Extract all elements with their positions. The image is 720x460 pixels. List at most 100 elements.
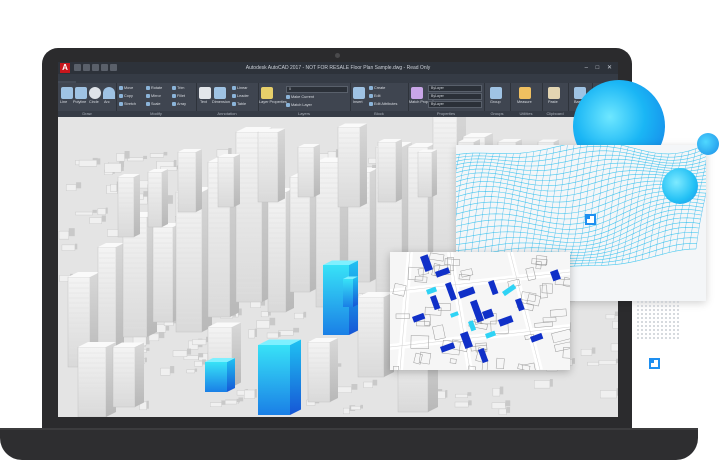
circle-icon[interactable] xyxy=(89,87,101,99)
stretch-icon xyxy=(119,102,123,106)
mirror-icon xyxy=(146,94,150,98)
mirror-tool[interactable]: Mirror xyxy=(146,94,161,98)
building xyxy=(257,128,285,203)
dimension-tool[interactable]: Dimension xyxy=(212,100,230,104)
linear-tool[interactable]: Linear xyxy=(232,86,248,90)
lineweight-dropdown[interactable]: ByLayer xyxy=(428,101,482,108)
insert-block-tool[interactable]: Insert xyxy=(353,100,363,104)
building xyxy=(307,338,338,403)
square-inner xyxy=(651,360,654,363)
scale-tool[interactable]: Scale xyxy=(146,102,161,106)
edit-block-icon xyxy=(369,94,373,98)
create-block-tool[interactable]: Create xyxy=(369,86,385,90)
table-icon xyxy=(232,102,236,106)
window-title: Autodesk AutoCAD 2017 - NOT FOR RESALE F… xyxy=(245,65,431,71)
text-icon[interactable] xyxy=(199,87,211,99)
line-tool[interactable]: Line xyxy=(60,100,67,104)
table-tool[interactable]: Table xyxy=(232,102,246,106)
panel-annotation: Text Dimension Linear Leader Table Annot… xyxy=(196,83,259,117)
building xyxy=(117,174,140,238)
building xyxy=(112,342,144,408)
array-tool[interactable]: Array xyxy=(172,102,186,106)
paste-icon[interactable] xyxy=(548,87,560,99)
copy-tool[interactable]: Copy xyxy=(119,94,133,98)
rotate-icon xyxy=(146,86,150,90)
edit-attributes-icon xyxy=(369,102,373,106)
fillet-icon xyxy=(172,94,176,98)
current-layer-dropdown[interactable]: 0 xyxy=(286,86,348,93)
building xyxy=(357,292,394,378)
site-plan-card xyxy=(390,252,570,370)
trim-tool[interactable]: Trim xyxy=(172,86,184,90)
window-controls[interactable]: – □ ✕ xyxy=(585,62,615,74)
laptop-base xyxy=(0,430,698,460)
circle-tool[interactable]: Circle xyxy=(89,100,99,104)
decorative-circle-small xyxy=(662,168,698,204)
building xyxy=(147,169,168,228)
decorative-square-1 xyxy=(585,214,596,225)
highlighted-building xyxy=(343,276,358,307)
insert-block-icon[interactable] xyxy=(353,87,365,99)
building xyxy=(217,154,240,208)
linetype-dropdown[interactable]: ByLayer xyxy=(428,93,482,100)
highlighted-building xyxy=(258,339,301,415)
arc-icon[interactable] xyxy=(103,87,115,99)
building xyxy=(337,123,367,208)
copy-icon xyxy=(119,94,123,98)
building xyxy=(377,139,402,203)
layer-properties-tool[interactable]: Layer Properties xyxy=(259,100,287,104)
paste-tool[interactable]: Paste xyxy=(548,100,558,104)
ribbon: Line Polyline Circle Arc Draw Move Rotat… xyxy=(58,83,618,117)
panel-layers: Layer Properties 0 Make Current Match La… xyxy=(258,83,351,117)
building xyxy=(77,342,116,417)
line-icon[interactable] xyxy=(61,87,73,99)
array-icon xyxy=(172,102,176,106)
group-tool[interactable]: Group xyxy=(490,100,501,104)
site-plan-map xyxy=(390,252,570,370)
polyline-tool[interactable]: Polyline xyxy=(73,100,86,104)
measure-icon[interactable] xyxy=(519,87,531,99)
decorative-circle-dot xyxy=(697,133,719,155)
square-inner xyxy=(587,216,590,219)
polyline-icon[interactable] xyxy=(75,87,87,99)
fillet-tool[interactable]: Fillet xyxy=(172,94,185,98)
dimension-icon[interactable] xyxy=(214,87,226,99)
move-tool[interactable]: Move xyxy=(119,86,133,90)
edit-attributes-tool[interactable]: Edit Attributes xyxy=(369,102,397,106)
stretch-tool[interactable]: Stretch xyxy=(119,102,136,106)
building xyxy=(297,144,320,198)
text-tool[interactable]: Text xyxy=(200,100,207,104)
ribbon-tab-bar: HomeInsertAnnotateParametricViewManageOu… xyxy=(58,74,618,90)
make-current-tool[interactable]: Make Current xyxy=(286,95,314,99)
panel-utilities: Measure Utilities xyxy=(510,83,543,117)
arc-tool[interactable]: Arc xyxy=(104,100,110,104)
building xyxy=(417,149,437,198)
title-bar: A Autodesk AutoCAD 2017 - NOT FOR RESALE… xyxy=(58,62,618,74)
trim-icon xyxy=(172,86,176,90)
decorative-square-2 xyxy=(649,358,660,369)
linear-icon xyxy=(232,86,236,90)
panel-block: Insert Create Edit Edit Attributes Block xyxy=(350,83,409,117)
leader-icon xyxy=(232,94,236,98)
rotate-tool[interactable]: Rotate xyxy=(146,86,162,90)
layer-properties-icon[interactable] xyxy=(261,87,273,99)
match-properties-icon[interactable] xyxy=(411,87,423,99)
building xyxy=(97,243,124,358)
panel-modify: Move Rotate Trim Copy Mirror Fillet Stre… xyxy=(116,83,197,117)
webcam xyxy=(335,53,340,58)
highlighted-building xyxy=(205,358,235,392)
dot-pattern xyxy=(636,300,680,340)
match-layer-icon xyxy=(286,103,290,107)
scale-icon xyxy=(146,102,150,106)
panel-groups: Group Groups xyxy=(484,83,511,117)
edit-block-tool[interactable]: Edit xyxy=(369,94,381,98)
color-dropdown[interactable]: ByLayer xyxy=(428,85,482,92)
leader-tool[interactable]: Leader xyxy=(232,94,249,98)
panel-clipboard: Paste Clipboard xyxy=(542,83,569,117)
make-current-icon xyxy=(286,95,290,99)
panel-properties: Match Properties ByLayer ByLayer ByLayer… xyxy=(408,83,485,117)
group-icon[interactable] xyxy=(490,87,502,99)
measure-tool[interactable]: Measure xyxy=(517,100,532,104)
match-layer-tool[interactable]: Match Layer xyxy=(286,103,312,107)
panel-draw: Line Polyline Circle Arc Draw xyxy=(58,83,117,117)
